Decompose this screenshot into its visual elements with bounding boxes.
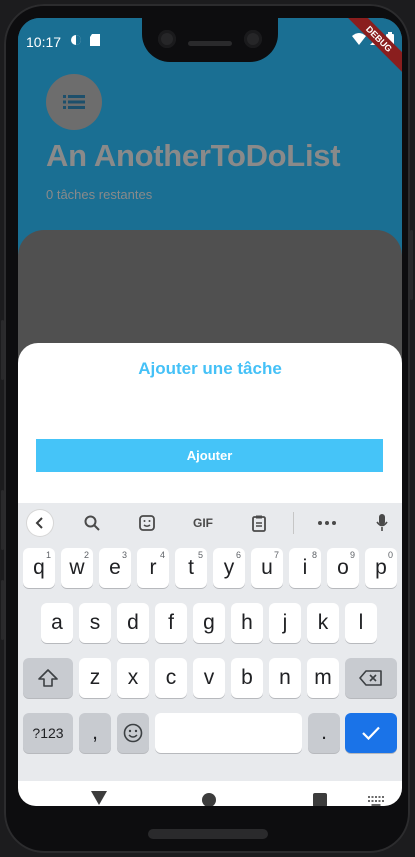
earpiece-speaker bbox=[188, 41, 232, 46]
key-a[interactable]: a bbox=[41, 603, 73, 643]
clipboard-icon[interactable] bbox=[249, 511, 269, 535]
key-q[interactable]: q1 bbox=[23, 548, 55, 588]
power-button bbox=[410, 230, 413, 300]
notification-icon bbox=[70, 34, 82, 49]
add-button[interactable]: Ajouter bbox=[36, 439, 383, 472]
back-triangle-icon[interactable] bbox=[91, 791, 107, 805]
key-p[interactable]: p0 bbox=[365, 548, 397, 588]
nav-bar bbox=[18, 781, 402, 806]
mic-icon[interactable] bbox=[374, 511, 390, 535]
clock: 10:17 bbox=[26, 34, 62, 50]
key-v[interactable]: v bbox=[193, 658, 225, 698]
shift-key[interactable] bbox=[23, 658, 73, 698]
front-camera bbox=[244, 30, 262, 48]
debug-banner: DEBUG bbox=[342, 18, 402, 76]
front-camera bbox=[158, 30, 176, 48]
backspace-icon bbox=[359, 670, 382, 686]
volume-button bbox=[1, 490, 4, 550]
sticker-icon[interactable] bbox=[137, 511, 157, 535]
space-key[interactable] bbox=[155, 713, 302, 753]
enter-key[interactable] bbox=[345, 713, 397, 753]
menu-button[interactable] bbox=[46, 74, 102, 130]
sd-card-icon bbox=[90, 34, 100, 49]
key-s[interactable]: s bbox=[79, 603, 111, 643]
keyboard-toolbar: GIF bbox=[18, 503, 402, 543]
key-x[interactable]: x bbox=[117, 658, 149, 698]
key-comma[interactable]: , bbox=[79, 713, 111, 753]
debug-banner-wrap: DEBUG bbox=[342, 18, 402, 78]
key-w[interactable]: w2 bbox=[61, 548, 93, 588]
key-h[interactable]: h bbox=[231, 603, 263, 643]
volume-button bbox=[1, 320, 4, 380]
gif-icon[interactable]: GIF bbox=[190, 511, 216, 535]
key-n[interactable]: n bbox=[269, 658, 301, 698]
keyboard-switch-icon[interactable] bbox=[368, 796, 384, 806]
bottom-speaker-grille bbox=[148, 829, 268, 839]
list-icon bbox=[63, 95, 85, 109]
key-k[interactable]: k bbox=[307, 603, 339, 643]
key-c[interactable]: c bbox=[155, 658, 187, 698]
key-b[interactable]: b bbox=[231, 658, 263, 698]
symbols-key[interactable]: ?123 bbox=[23, 713, 73, 753]
key-i[interactable]: i8 bbox=[289, 548, 321, 588]
camera-notch bbox=[142, 18, 278, 62]
more-icon[interactable] bbox=[316, 511, 338, 535]
key-j[interactable]: j bbox=[269, 603, 301, 643]
key-t[interactable]: t5 bbox=[175, 548, 207, 588]
sheet-title: Ajouter une tâche bbox=[138, 359, 282, 378]
emoji-icon bbox=[123, 723, 143, 743]
check-icon bbox=[362, 726, 380, 740]
toolbar-divider bbox=[293, 512, 294, 534]
screen: 10:17 DEBUG An AnotherToDoList 0 tâches … bbox=[18, 18, 402, 806]
key-z[interactable]: z bbox=[79, 658, 111, 698]
back-arrow-icon[interactable] bbox=[27, 510, 53, 536]
key-e[interactable]: e3 bbox=[99, 548, 131, 588]
search-icon[interactable] bbox=[82, 511, 102, 535]
key-d[interactable]: d bbox=[117, 603, 149, 643]
tasks-remaining: 0 tâches restantes bbox=[46, 187, 153, 202]
backspace-key[interactable] bbox=[345, 658, 397, 698]
add-task-sheet: Ajouter une tâche Ajouter bbox=[18, 343, 402, 503]
key-g[interactable]: g bbox=[193, 603, 225, 643]
home-circle-icon[interactable] bbox=[202, 793, 216, 806]
key-u[interactable]: u7 bbox=[251, 548, 283, 588]
key-f[interactable]: f bbox=[155, 603, 187, 643]
soft-keyboard: GIF q1 w2 e3 r4 t5 y6 u7 i8 o9 p0 a s d … bbox=[18, 503, 402, 781]
key-l[interactable]: l bbox=[345, 603, 377, 643]
key-period[interactable]: . bbox=[308, 713, 340, 753]
key-y[interactable]: y6 bbox=[213, 548, 245, 588]
emoji-key[interactable] bbox=[117, 713, 149, 753]
app-title: An AnotherToDoList bbox=[46, 138, 341, 173]
key-m[interactable]: m bbox=[307, 658, 339, 698]
recents-square-icon[interactable] bbox=[313, 793, 327, 806]
volume-button bbox=[1, 580, 4, 640]
key-o[interactable]: o9 bbox=[327, 548, 359, 588]
shift-icon bbox=[38, 669, 58, 687]
key-r[interactable]: r4 bbox=[137, 548, 169, 588]
